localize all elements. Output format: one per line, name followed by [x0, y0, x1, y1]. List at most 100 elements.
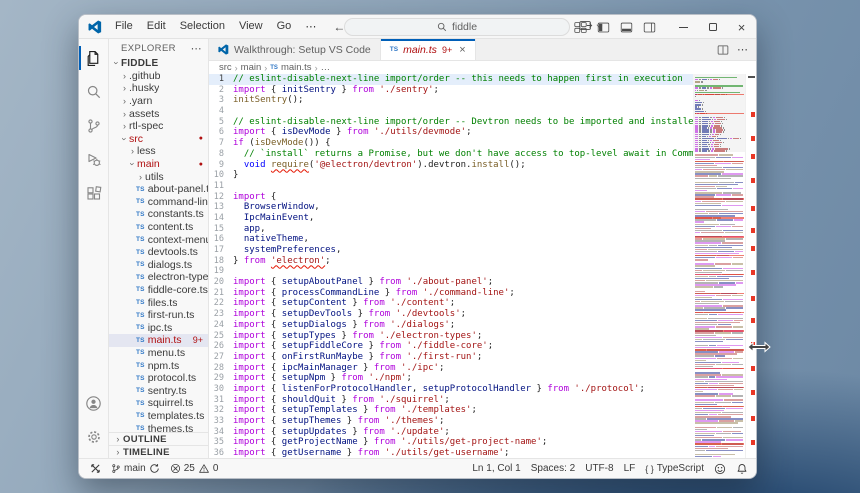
breadcrumb-file[interactable]: main.ts: [281, 62, 312, 73]
remote-indicator[interactable]: [85, 459, 106, 478]
code-line-8[interactable]: 8 // `install` returns a Promise, but we…: [209, 149, 693, 160]
menu-file[interactable]: File: [108, 18, 140, 35]
code-line-30[interactable]: 30import { listenForProtocolHandler, set…: [209, 384, 693, 395]
tree-item-squirrel-ts[interactable]: TSsquirrel.ts: [109, 397, 208, 410]
code-line-17[interactable]: 17 systemPreferences,: [209, 245, 693, 256]
tree-item--yarn[interactable]: ›.yarn: [109, 95, 208, 108]
code-line-24[interactable]: 24import { setupDialogs } from './dialog…: [209, 320, 693, 331]
toggle-primary-sidebar-icon[interactable]: [594, 18, 613, 37]
problems-status[interactable]: 25 0: [165, 459, 224, 478]
tree-root-fiddle[interactable]: ›FIDDLE: [109, 57, 208, 70]
tree-item-ipc-ts[interactable]: TSipc.ts: [109, 321, 208, 334]
code-line-29[interactable]: 29import { setupNpm } from './npm';: [209, 373, 693, 384]
tree-item-files-ts[interactable]: TSfiles.ts: [109, 296, 208, 309]
search-view-icon[interactable]: [79, 75, 109, 109]
menu-selection[interactable]: Selection: [173, 18, 232, 35]
code-line-28[interactable]: 28import { ipcMainManager } from './ipc'…: [209, 363, 693, 374]
code-line-26[interactable]: 26import { setupFiddleCore } from './fid…: [209, 341, 693, 352]
tree-item-sentry-ts[interactable]: TSsentry.ts: [109, 384, 208, 397]
menu-view[interactable]: View: [232, 18, 270, 35]
eol-status[interactable]: LF: [619, 463, 641, 474]
sync-icon[interactable]: [149, 463, 160, 474]
breadcrumb-src[interactable]: src: [219, 62, 232, 73]
code-line-33[interactable]: 33import { setupThemes } from './themes'…: [209, 416, 693, 427]
code-editor[interactable]: 1// eslint-disable-next-line import/orde…: [209, 74, 693, 458]
explorer-icon[interactable]: [79, 41, 109, 75]
tree-item--github[interactable]: ›.github: [109, 70, 208, 83]
notifications-bell-icon[interactable]: [731, 463, 748, 475]
command-center-search[interactable]: fiddle: [344, 18, 570, 36]
tree-item-fiddle-core-ts[interactable]: TSfiddle-core.ts: [109, 284, 208, 297]
tab-walkthrough[interactable]: Walkthrough: Setup VS Code: [209, 39, 381, 60]
tree-item-first-run-ts[interactable]: TSfirst-run.ts: [109, 309, 208, 322]
code-line-19[interactable]: 19: [209, 266, 693, 277]
code-line-6[interactable]: 6import { isDevMode } from './utils/devm…: [209, 127, 693, 138]
panel-timeline[interactable]: ›TIMELINE: [109, 445, 208, 458]
breadcrumb-symbol[interactable]: …: [321, 62, 331, 73]
tree-item-command-line-ts[interactable]: TScommand-line.ts: [109, 196, 208, 209]
tree-item-protocol-ts[interactable]: TSprotocol.ts: [109, 372, 208, 385]
git-branch-status[interactable]: main: [106, 459, 165, 478]
tree-item-content-ts[interactable]: TScontent.ts: [109, 221, 208, 234]
code-line-13[interactable]: 13 BrowserWindow,: [209, 202, 693, 213]
code-line-5[interactable]: 5// eslint-disable-next-line import/orde…: [209, 117, 693, 128]
settings-gear-icon[interactable]: [79, 420, 109, 454]
toggle-panel-icon[interactable]: [617, 18, 636, 37]
code-line-31[interactable]: 31import { shouldQuit } from './squirrel…: [209, 395, 693, 406]
tree-item-menu-ts[interactable]: TSmenu.ts: [109, 347, 208, 360]
overview-ruler[interactable]: [745, 74, 756, 458]
tree-item-less[interactable]: ›less: [109, 145, 208, 158]
toggle-secondary-sidebar-icon[interactable]: [640, 18, 659, 37]
code-line-16[interactable]: 16 nativeTheme,: [209, 234, 693, 245]
tree-item-main[interactable]: ›main●: [109, 158, 208, 171]
breadcrumb-main[interactable]: main: [241, 62, 262, 73]
menu-edit[interactable]: Edit: [140, 18, 173, 35]
extensions-icon[interactable]: [79, 177, 109, 211]
accounts-icon[interactable]: [79, 386, 109, 420]
tree-item-about-panel-ts[interactable]: TSabout-panel.ts: [109, 183, 208, 196]
tree-item--husky[interactable]: ›.husky: [109, 82, 208, 95]
code-line-20[interactable]: 20import { setupAboutPanel } from './abo…: [209, 277, 693, 288]
code-line-32[interactable]: 32import { setupTemplates } from './temp…: [209, 405, 693, 416]
code-line-4[interactable]: 4: [209, 106, 693, 117]
panel-outline[interactable]: ›OUTLINE: [109, 432, 208, 445]
code-line-18[interactable]: 18} from 'electron';: [209, 256, 693, 267]
tree-item-main-ts[interactable]: TSmain.ts9+: [109, 334, 208, 347]
tree-item-dialogs-ts[interactable]: TSdialogs.ts: [109, 259, 208, 272]
code-line-12[interactable]: 12import {: [209, 192, 693, 203]
cursor-position[interactable]: Ln 1, Col 1: [467, 463, 525, 474]
tree-item-templates-ts[interactable]: TStemplates.ts: [109, 410, 208, 423]
code-line-3[interactable]: 3initSentry();: [209, 95, 693, 106]
code-line-35[interactable]: 35import { getProjectName } from './util…: [209, 437, 693, 448]
tree-item-assets[interactable]: ›assets: [109, 107, 208, 120]
code-line-14[interactable]: 14 IpcMainEvent,: [209, 213, 693, 224]
code-line-23[interactable]: 23import { setupDevTools } from './devto…: [209, 309, 693, 320]
tree-item-constants-ts[interactable]: TSconstants.ts: [109, 208, 208, 221]
code-line-36[interactable]: 36import { getUsername } from './utils/g…: [209, 448, 693, 458]
code-line-15[interactable]: 15 app,: [209, 224, 693, 235]
tab-close-icon[interactable]: ×: [459, 44, 465, 56]
tree-item-themes-ts[interactable]: TSthemes.ts: [109, 422, 208, 432]
minimap[interactable]: [693, 74, 745, 458]
tree-item-npm-ts[interactable]: TSnpm.ts: [109, 359, 208, 372]
menu-go[interactable]: Go: [270, 18, 299, 35]
run-debug-icon[interactable]: [79, 143, 109, 177]
tab-main-ts[interactable]: TS main.ts 9+ ×: [381, 39, 476, 60]
code-line-11[interactable]: 11: [209, 181, 693, 192]
code-line-9[interactable]: 9 void require('@electron/devtron').devt…: [209, 160, 693, 171]
close-button[interactable]: ×: [727, 15, 756, 39]
code-line-10[interactable]: 10}: [209, 170, 693, 181]
code-line-25[interactable]: 25import { setupTypes } from './electron…: [209, 331, 693, 342]
code-line-22[interactable]: 22import { setupContent } from './conten…: [209, 298, 693, 309]
indentation-status[interactable]: Spaces: 2: [526, 463, 580, 474]
menu-[interactable]: ⋯: [298, 18, 323, 35]
editor-actions-icon[interactable]: ⋯: [737, 43, 748, 56]
explorer-actions-icon[interactable]: ⋯: [191, 42, 202, 55]
minimize-button[interactable]: [669, 15, 698, 39]
code-line-34[interactable]: 34import { setupUpdates } from './update…: [209, 427, 693, 438]
code-line-7[interactable]: 7if (isDevMode()) {: [209, 138, 693, 149]
code-line-27[interactable]: 27import { onFirstRunMaybe } from './fir…: [209, 352, 693, 363]
tree-item-electron-types-ts[interactable]: TSelectron-types.ts: [109, 271, 208, 284]
code-line-21[interactable]: 21import { processCommandLine } from './…: [209, 288, 693, 299]
code-line-2[interactable]: 2import { initSentry } from './sentry';: [209, 85, 693, 96]
